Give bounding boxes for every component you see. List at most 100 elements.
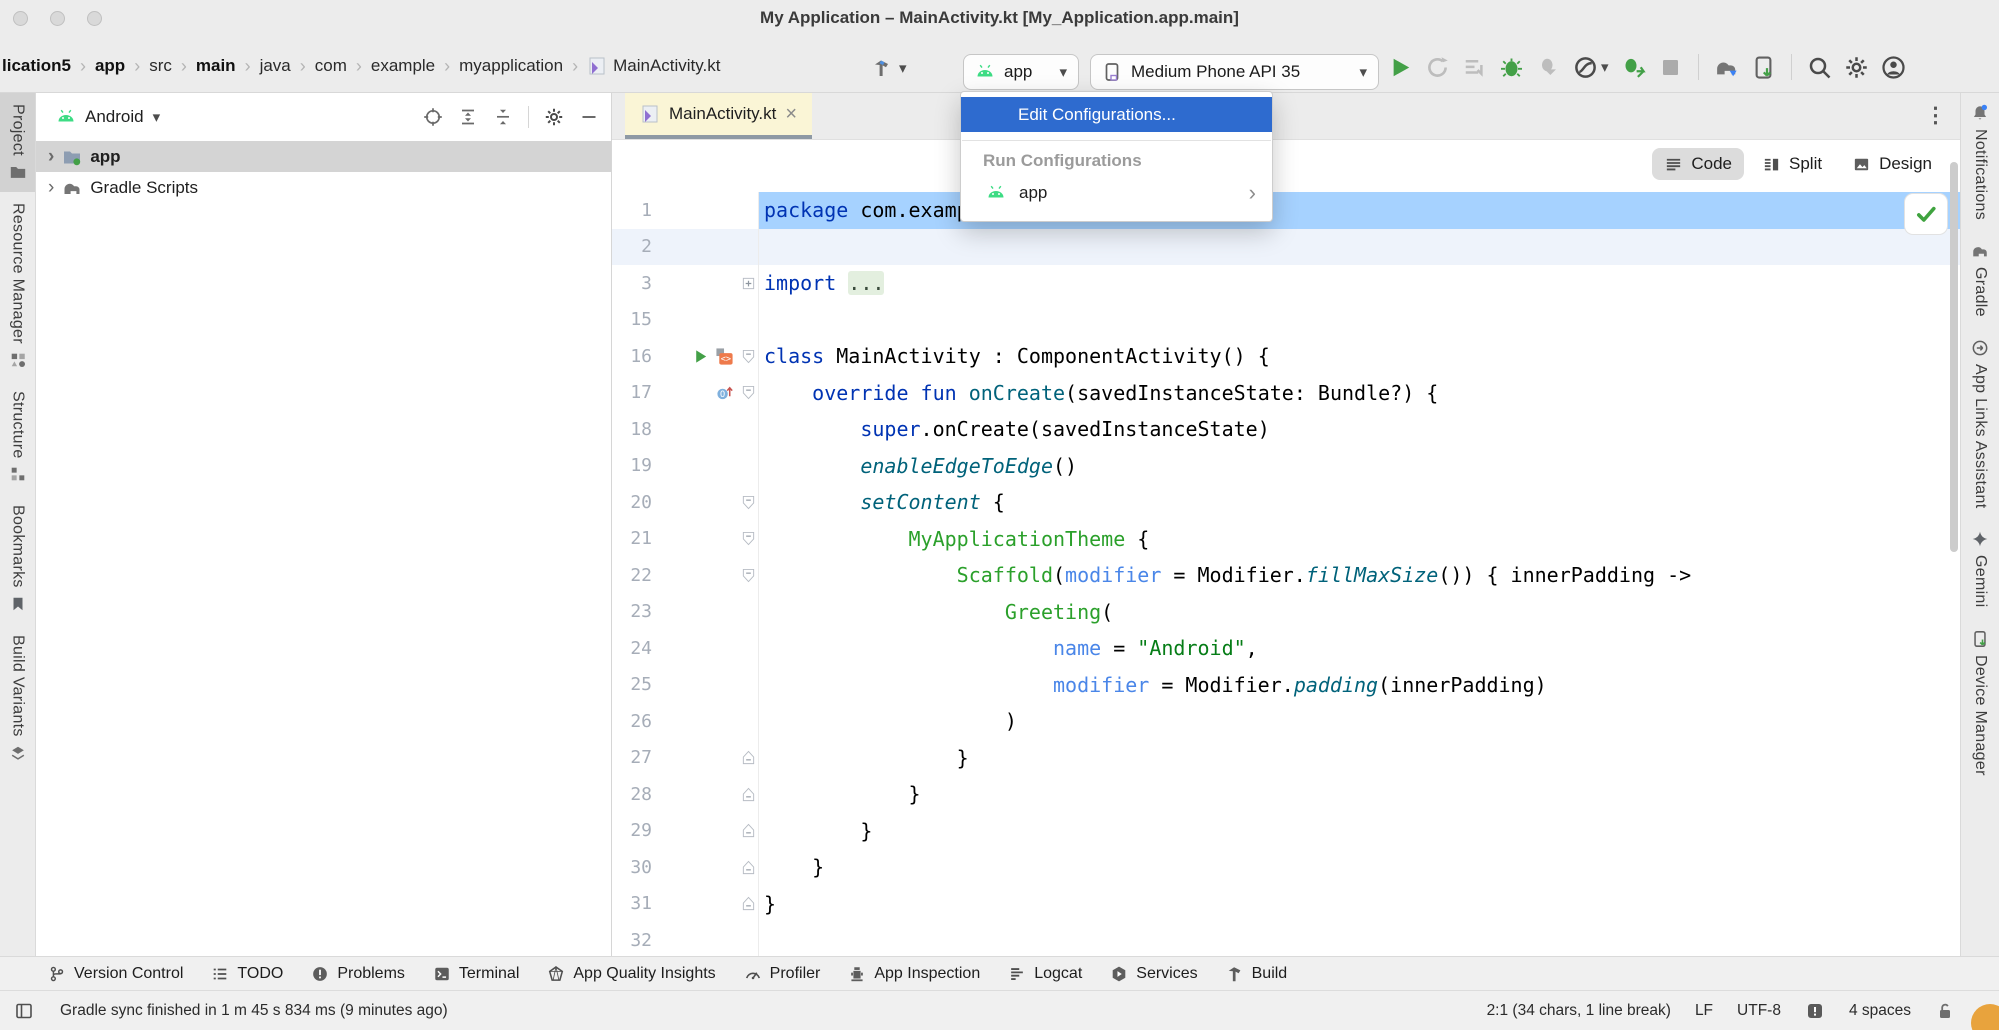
device-manager-button[interactable] <box>1751 53 1776 81</box>
line-number[interactable]: 23 <box>612 601 652 622</box>
editor-scrollbar[interactable] <box>1950 162 1958 552</box>
close-icon[interactable] <box>785 103 797 126</box>
file-encoding[interactable]: UTF-8 <box>1737 1002 1781 1020</box>
fold-open-icon[interactable] <box>741 349 756 364</box>
line-number[interactable]: 20 <box>612 492 652 513</box>
breadcrumb-item-java[interactable]: java <box>260 56 291 76</box>
tool-window-button-profiler[interactable]: Profiler <box>744 965 821 983</box>
overrides-method-icon[interactable]: O <box>715 383 734 402</box>
tool-window-button-app-quality-insights[interactable]: App Quality Insights <box>547 965 715 983</box>
sidebar-item-app-links-assistant[interactable]: App Links Assistant <box>1961 328 1999 519</box>
code-line[interactable]: 31} <box>612 886 1960 923</box>
menu-item-app[interactable]: app <box>961 174 1272 211</box>
tool-window-button-logcat[interactable]: Logcat <box>1008 965 1082 983</box>
tool-window-button-build[interactable]: Build <box>1226 965 1288 983</box>
profile-account-button[interactable] <box>1881 53 1906 81</box>
sync-project-with-gradle-button[interactable] <box>1714 53 1739 81</box>
fold-close-icon[interactable] <box>741 860 756 875</box>
code-line[interactable]: 19 enableEdgeToEdge() <box>612 448 1960 485</box>
sidebar-item-device-manager[interactable]: Device Manager <box>1961 619 1999 787</box>
sidebar-item-gemini[interactable]: Gemini <box>1961 519 1999 618</box>
view-mode-design[interactable]: Design <box>1840 148 1944 180</box>
inspections-widget[interactable] <box>1905 194 1947 234</box>
view-mode-split[interactable]: Split <box>1750 148 1834 180</box>
indent-setting[interactable]: 4 spaces <box>1849 1002 1911 1020</box>
build-button[interactable] <box>872 58 907 78</box>
code-line[interactable]: 21 MyApplicationTheme { <box>612 521 1960 558</box>
fold-close-icon[interactable] <box>741 750 756 765</box>
line-number[interactable]: 1 <box>612 200 652 221</box>
tool-window-button-problems[interactable]: Problems <box>311 965 405 983</box>
code-line[interactable]: 3import ... <box>612 265 1960 302</box>
code-line[interactable]: 26 ) <box>612 703 1960 740</box>
code-line[interactable]: 17O override fun onCreate(savedInstanceS… <box>612 375 1960 412</box>
breadcrumb-item-myapplication[interactable]: myapplication <box>459 56 563 76</box>
code-line[interactable]: 29 } <box>612 813 1960 850</box>
line-number[interactable]: 31 <box>612 893 652 914</box>
code-line[interactable]: 28 } <box>612 776 1960 813</box>
code-line[interactable]: 18 super.onCreate(savedInstanceState) <box>612 411 1960 448</box>
unlock-icon[interactable] <box>1935 1001 1955 1021</box>
line-number[interactable]: 24 <box>612 638 652 659</box>
minimize-button[interactable] <box>50 11 65 26</box>
sidebar-item-bookmarks[interactable]: Bookmarks <box>0 494 35 624</box>
view-mode-code[interactable]: Code <box>1652 148 1744 180</box>
fold-open-icon[interactable] <box>741 568 756 583</box>
code-line[interactable]: 27 } <box>612 740 1960 777</box>
code-line[interactable]: 24 name = "Android", <box>612 630 1960 667</box>
fold-open-icon[interactable] <box>741 531 756 546</box>
compose-preview-icon[interactable]: <> <box>715 347 734 366</box>
line-number[interactable]: 19 <box>612 455 652 476</box>
line-number[interactable]: 27 <box>612 747 652 768</box>
breadcrumb-item-mainactivity.kt[interactable]: MainActivity.kt <box>587 56 720 76</box>
line-number[interactable]: 18 <box>612 419 652 440</box>
notification-badge-icon[interactable] <box>1805 1001 1825 1021</box>
close-button[interactable] <box>13 11 28 26</box>
code-line[interactable]: 20 setContent { <box>612 484 1960 521</box>
breadcrumb-item-app[interactable]: app <box>95 56 125 76</box>
run-configuration-select[interactable]: app <box>963 54 1079 90</box>
code-line[interactable]: 1package com.example.myapplication <box>612 192 1960 229</box>
code-line[interactable]: 16<>class MainActivity : ComponentActivi… <box>612 338 1960 375</box>
menu-item-edit-configurations[interactable]: Edit Configurations... <box>961 97 1272 132</box>
editor-body[interactable]: CodeSplitDesign 1package com.example.mya… <box>612 140 1960 956</box>
fold-close-icon[interactable] <box>741 787 756 802</box>
breadcrumb-item-example[interactable]: example <box>371 56 435 76</box>
settings-button[interactable] <box>1844 53 1869 81</box>
chevron-right-icon[interactable] <box>48 177 54 199</box>
line-number[interactable]: 16 <box>612 346 652 367</box>
device-select[interactable]: Medium Phone API 35 <box>1090 54 1379 90</box>
line-ending[interactable]: LF <box>1695 1002 1713 1020</box>
breadcrumb-item-src[interactable]: src <box>149 56 172 76</box>
line-number[interactable]: 2 <box>612 236 652 257</box>
line-number[interactable]: 25 <box>612 674 652 695</box>
sidebar-item-notifications[interactable]: Notifications <box>1961 93 1999 231</box>
tree-item-gradle-scripts[interactable]: Gradle Scripts <box>36 172 611 203</box>
more-options-icon[interactable] <box>1925 103 1946 128</box>
line-number[interactable]: 32 <box>612 930 652 951</box>
breadcrumb-item-com[interactable]: com <box>315 56 347 76</box>
breadcrumb-item-lication5[interactable]: lication5 <box>2 56 71 76</box>
sidebar-item-build-variants[interactable]: Build Variants <box>0 624 35 773</box>
fold-plus-icon[interactable] <box>741 276 756 291</box>
code-line[interactable]: 15 <box>612 302 1960 339</box>
line-number[interactable]: 3 <box>612 273 652 294</box>
code-line[interactable]: 22 Scaffold(modifier = Modifier.fillMaxS… <box>612 557 1960 594</box>
profiler-button[interactable] <box>1573 53 1609 81</box>
code-line[interactable]: 23 Greeting( <box>612 594 1960 631</box>
collapse-all-icon[interactable] <box>493 107 513 127</box>
caret-position[interactable]: 2:1 (34 chars, 1 line break) <box>1487 1002 1671 1020</box>
line-number[interactable]: 26 <box>612 711 652 732</box>
fold-open-icon[interactable] <box>741 495 756 510</box>
expand-all-icon[interactable] <box>458 107 478 127</box>
hide-panel-icon[interactable] <box>579 107 599 127</box>
fold-close-icon[interactable] <box>741 896 756 911</box>
line-number[interactable]: 28 <box>612 784 652 805</box>
tree-item-app[interactable]: app <box>36 141 611 172</box>
breadcrumb-item-main[interactable]: main <box>196 56 236 76</box>
run-button[interactable] <box>1388 53 1413 81</box>
sidebar-item-resource-manager[interactable]: Resource Manager <box>0 192 35 380</box>
project-view-mode-select[interactable]: Android <box>56 107 160 127</box>
locate-file-icon[interactable] <box>423 107 443 127</box>
chevron-right-icon[interactable] <box>48 146 54 168</box>
